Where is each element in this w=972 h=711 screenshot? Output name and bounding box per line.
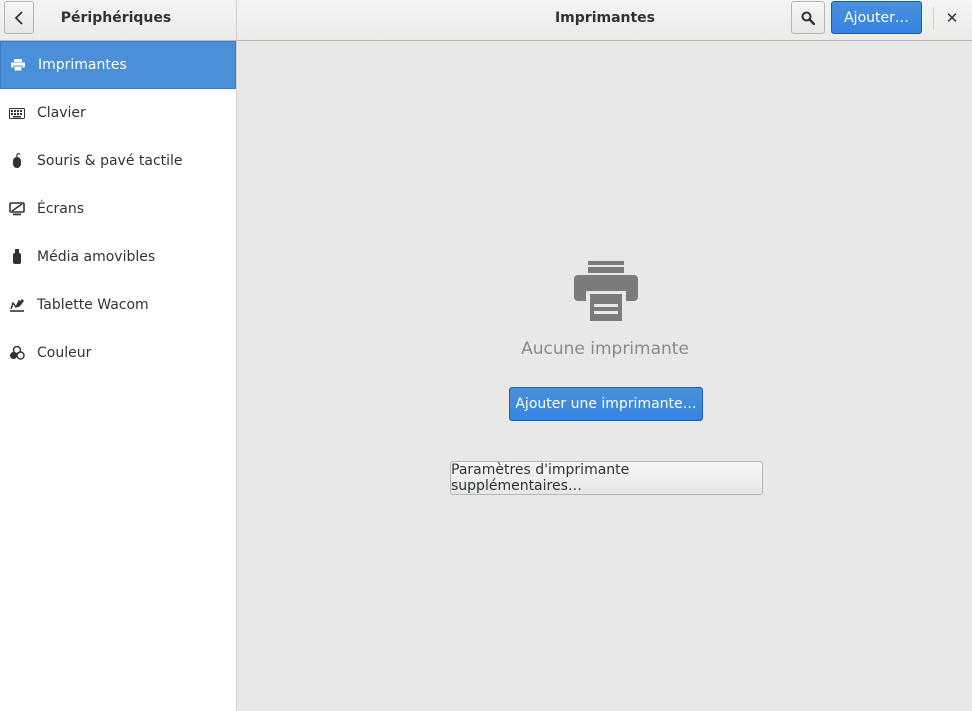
sidebar-item-label: Tablette Wacom: [37, 297, 149, 313]
header-separator: [933, 7, 934, 29]
chevron-left-icon: [14, 10, 23, 25]
sidebar-item-label: Écrans: [37, 201, 85, 217]
display-icon: [9, 201, 25, 217]
sidebar-item-label: Imprimantes: [38, 57, 127, 73]
sidebar-item-label: Couleur: [37, 345, 92, 361]
mouse-icon: [9, 153, 25, 169]
sidebar-item-wacom[interactable]: Tablette Wacom: [0, 281, 236, 329]
sidebar-item-mouse[interactable]: Souris & pavé tactile: [0, 137, 236, 185]
sidebar-item-color[interactable]: Couleur: [0, 329, 236, 377]
close-icon: ✕: [945, 8, 959, 27]
usb-drive-icon: [9, 249, 25, 265]
back-button[interactable]: [4, 1, 34, 34]
sidebar-title: Périphériques: [60, 9, 172, 26]
printers-panel: Aucune imprimante Ajouter une imprimante…: [238, 41, 972, 711]
settings-window: Périphériques Imprimantes Ajouter… ✕ Imp…: [0, 0, 972, 711]
sidebar-item-displays[interactable]: Écrans: [0, 185, 236, 233]
sidebar-item-label: Média amovibles: [37, 249, 156, 265]
additional-printer-settings-button[interactable]: Paramètres d'imprimante supplémentaires…: [450, 461, 763, 495]
tablet-icon: [9, 297, 25, 313]
close-button[interactable]: ✕: [938, 1, 966, 34]
search-icon: [801, 11, 815, 25]
sidebar-item-printers[interactable]: Imprimantes: [0, 41, 236, 89]
printer-icon: [574, 261, 638, 321]
add-printer-button[interactable]: Ajouter une imprimante…: [509, 387, 703, 421]
sidebar-item-label: Clavier: [37, 105, 86, 121]
search-button[interactable]: [791, 1, 825, 34]
color-icon: [9, 345, 25, 361]
printer-icon: [10, 57, 26, 73]
sidebar-item-removable-media[interactable]: Média amovibles: [0, 233, 236, 281]
add-button[interactable]: Ajouter…: [831, 1, 922, 34]
sidebar-header: Périphériques: [0, 0, 237, 40]
keyboard-icon: [9, 105, 25, 121]
header-bar: Périphériques Imprimantes Ajouter… ✕: [0, 0, 972, 41]
sidebar: Imprimantes Clavier Souris & pavé tactil…: [0, 41, 237, 711]
sidebar-item-keyboard[interactable]: Clavier: [0, 89, 236, 137]
sidebar-item-label: Souris & pavé tactile: [37, 153, 183, 169]
empty-state-label: Aucune imprimante: [521, 339, 689, 359]
